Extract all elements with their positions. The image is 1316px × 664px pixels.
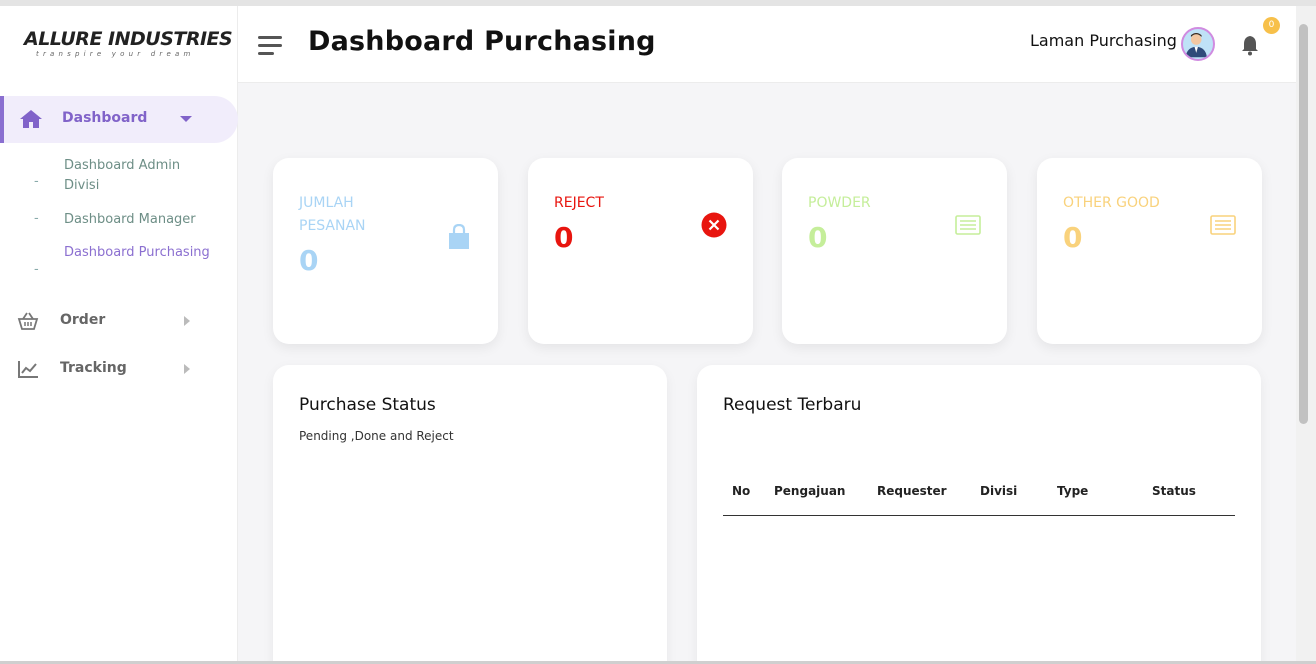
sidebar-item-label: Dashboard bbox=[62, 110, 148, 126]
column-header-status[interactable]: Status bbox=[1152, 484, 1196, 498]
basket-icon bbox=[17, 312, 39, 330]
bullet-dash: - bbox=[34, 211, 39, 226]
card-value: 0 bbox=[1063, 221, 1083, 254]
list-icon bbox=[955, 215, 981, 235]
page-title: Dashboard Purchasing bbox=[308, 26, 656, 57]
list-icon bbox=[1210, 215, 1236, 235]
home-icon bbox=[20, 110, 42, 128]
user-avatar-icon bbox=[1185, 32, 1207, 58]
stat-card-jumlah-pesanan: JUMLAH PESANAN 0 bbox=[273, 158, 498, 344]
card-value: 0 bbox=[299, 244, 319, 277]
column-header-requester[interactable]: Requester bbox=[877, 484, 947, 498]
sidebar-item-order[interactable]: Order bbox=[0, 306, 238, 336]
brand-name: ALLURE INDUSTRIES bbox=[24, 28, 233, 50]
stat-card-other-good: OTHER GOOD 0 bbox=[1037, 158, 1262, 344]
panel-subtitle: Pending ,Done and Reject bbox=[299, 429, 454, 443]
app-window: ALLURE INDUSTRIES transpire your dream D… bbox=[0, 0, 1316, 664]
avatar[interactable] bbox=[1181, 27, 1215, 61]
stat-card-reject: REJECT 0 bbox=[528, 158, 753, 344]
vertical-scrollbar[interactable] bbox=[1296, 6, 1316, 661]
notification-bell-icon[interactable] bbox=[1241, 34, 1259, 56]
column-header-type[interactable]: Type bbox=[1057, 484, 1088, 498]
scrollbar-thumb[interactable] bbox=[1299, 24, 1308, 424]
purchase-status-panel: Purchase Status Pending ,Done and Reject bbox=[273, 365, 667, 661]
brand-logo[interactable]: ALLURE INDUSTRIES transpire your dream bbox=[24, 28, 233, 68]
chevron-right-icon bbox=[184, 364, 190, 374]
close-circle-icon bbox=[701, 212, 727, 238]
card-title: REJECT bbox=[554, 195, 604, 211]
card-value: 0 bbox=[808, 221, 828, 254]
sidebar-subitem-dashboard-manager[interactable]: Dashboard Manager bbox=[64, 210, 214, 230]
sidebar-item-label: Order bbox=[60, 312, 106, 328]
card-title: JUMLAH PESANAN bbox=[299, 195, 366, 234]
chart-line-icon bbox=[18, 361, 38, 378]
caret-down-icon bbox=[180, 116, 192, 122]
sidebar: ALLURE INDUSTRIES transpire your dream D… bbox=[0, 6, 238, 661]
notification-count-badge: 0 bbox=[1263, 17, 1280, 34]
column-header-no[interactable]: No bbox=[732, 484, 750, 498]
shopping-bag-icon bbox=[449, 224, 469, 249]
bullet-dash: - bbox=[34, 174, 39, 189]
chevron-right-icon bbox=[184, 316, 190, 326]
card-title: POWDER bbox=[808, 195, 871, 211]
sidebar-item-dashboard[interactable]: Dashboard bbox=[0, 96, 238, 143]
panel-title: Purchase Status bbox=[299, 395, 436, 415]
menu-toggle-icon[interactable] bbox=[258, 36, 282, 56]
sidebar-subitem-dashboard-purchasing[interactable]: Dashboard Purchasing bbox=[64, 243, 214, 263]
panel-title: Request Terbaru bbox=[723, 395, 862, 415]
sidebar-item-label: Tracking bbox=[60, 360, 127, 376]
card-title: OTHER GOOD bbox=[1063, 195, 1160, 211]
brand-tagline: transpire your dream bbox=[36, 50, 195, 58]
sidebar-subitem-dashboard-admin-divisi[interactable]: Dashboard Admin Divisi bbox=[64, 156, 214, 196]
top-header: Dashboard Purchasing Laman Purchasing 0 bbox=[238, 6, 1296, 83]
column-header-divisi[interactable]: Divisi bbox=[980, 484, 1017, 498]
sidebar-item-tracking[interactable]: Tracking bbox=[0, 354, 238, 384]
request-terbaru-panel: Request Terbaru No Pengajuan Requester D… bbox=[697, 365, 1261, 661]
table-header-divider bbox=[723, 515, 1235, 516]
bullet-dash: - bbox=[34, 262, 39, 277]
column-header-pengajuan[interactable]: Pengajuan bbox=[774, 484, 845, 498]
card-value: 0 bbox=[554, 221, 574, 254]
user-name[interactable]: Laman Purchasing bbox=[1030, 31, 1177, 50]
stat-card-powder: POWDER 0 bbox=[782, 158, 1007, 344]
